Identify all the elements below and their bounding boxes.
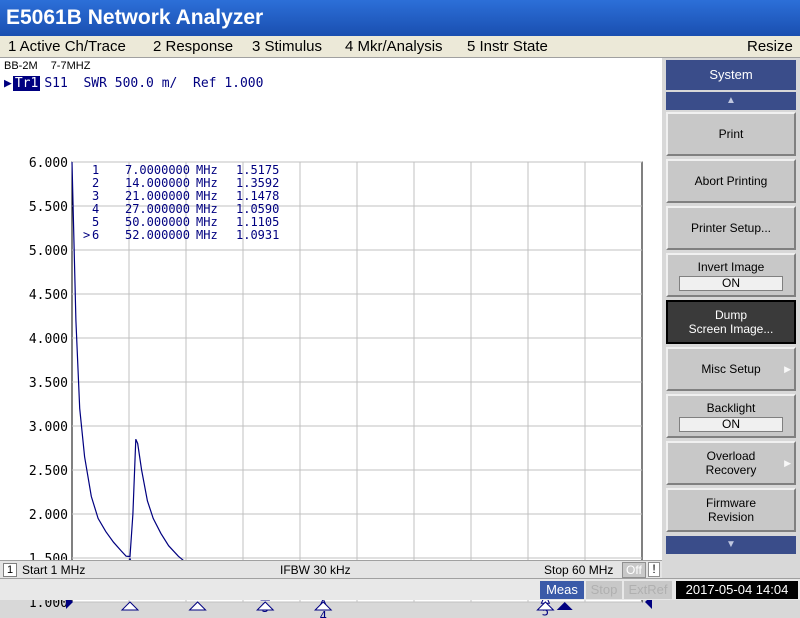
- abort-printing-label: Abort Printing: [694, 174, 768, 188]
- marker-readout-num: 3: [92, 189, 99, 203]
- marker-active-symbol: >: [83, 228, 90, 242]
- channel-title-right: 7-7MHZ: [50, 60, 91, 72]
- dump-screen-image-button[interactable]: Dump Screen Image...: [666, 300, 796, 344]
- menu-mkr-analysis[interactable]: 4 Mkr/Analysis: [345, 36, 443, 58]
- abort-printing-button[interactable]: Abort Printing: [666, 159, 796, 203]
- softkey-menu-title: System: [666, 60, 796, 90]
- invert-image-state: ON: [679, 275, 783, 291]
- swr-plot[interactable]: 6.000 5.500 5.000 4.500 4.000 3.500 3.000 2.500…: [0, 116, 662, 618]
- marker-readout-value: 1.1105: [236, 215, 279, 229]
- marker-readout-freq: 50.000000: [125, 215, 190, 229]
- window-title: E5061B Network Analyzer: [6, 6, 264, 29]
- status-ifbw[interactable]: IFBW 30 kHz: [280, 563, 351, 577]
- trace-header[interactable]: ▶ Tr1 S11 SWR 500.0 m/ Ref 1.000: [4, 76, 263, 91]
- marker-readout-num: 6: [92, 228, 99, 242]
- instrument-status-bar: Meas Stop ExtRef 2017-05-04 14:04: [0, 578, 800, 600]
- marker-readout-freq: 21.000000: [125, 189, 190, 203]
- printer-setup-button[interactable]: Printer Setup...: [666, 206, 796, 250]
- channel-title: BB-2M 7-7MHZ: [4, 60, 100, 72]
- firmware-label-line2: Revision: [707, 510, 755, 524]
- backlight-label: Backlight: [706, 400, 756, 415]
- marker-stimulus-triangle: [188, 601, 207, 611]
- marker-stimulus-triangle: [120, 601, 140, 611]
- marker-readout-value: 1.0931: [236, 228, 279, 242]
- overload-submenu-arrow-icon: ▶: [784, 458, 791, 468]
- dump-label-line2: Screen Image...: [688, 322, 774, 336]
- marker-readout-value: 1.0590: [236, 202, 279, 216]
- marker-readout-unit: MHz: [196, 202, 218, 216]
- status-channel-number[interactable]: 1: [3, 563, 17, 577]
- marker-readout-freq: 14.000000: [125, 176, 190, 190]
- backlight-button[interactable]: Backlight ON: [666, 394, 796, 438]
- y-tick-label: 2.500: [29, 464, 68, 479]
- print-button[interactable]: Print: [666, 112, 796, 156]
- printer-setup-label: Printer Setup...: [690, 221, 772, 235]
- marker-readout-num: 2: [92, 176, 99, 190]
- y-tick-label: 4.000: [29, 332, 68, 347]
- scroll-up-icon[interactable]: ▲: [666, 92, 796, 110]
- marker-stimulus-triangle: [556, 602, 573, 610]
- y-tick-label: 3.500: [29, 376, 68, 391]
- y-tick-label: 6.000: [29, 156, 68, 171]
- marker-readout-num: 5: [92, 215, 99, 229]
- overload-recovery-button[interactable]: Overload Recovery ▶: [666, 441, 796, 485]
- stop-indicator: Stop: [586, 581, 622, 599]
- marker-readout-freq: 7.0000000: [125, 163, 190, 177]
- marker-readout-unit: MHz: [196, 215, 218, 229]
- marker-readout-num: 1: [92, 163, 99, 177]
- marker-readout-value: 1.1478: [236, 189, 279, 203]
- overload-label-line1: Overload: [706, 449, 756, 463]
- marker-readout-freq: 52.000000: [125, 228, 190, 242]
- invert-image-label: Invert Image: [697, 259, 765, 274]
- marker-readout-unit: MHz: [196, 189, 218, 203]
- dump-label-line1: Dump: [714, 308, 747, 322]
- marker-readout-value: 1.3592: [236, 176, 279, 190]
- status-off-indicator: Off: [622, 562, 646, 578]
- misc-setup-button[interactable]: Misc Setup ▶: [666, 347, 796, 391]
- trace-tag[interactable]: Tr1: [12, 76, 41, 91]
- softkey-panel: System ▲ Print Abort Printing Printer Se…: [662, 58, 800, 578]
- misc-submenu-arrow-icon: ▶: [784, 364, 791, 374]
- meas-indicator: Meas: [540, 581, 584, 599]
- scroll-down-icon[interactable]: ▼: [666, 536, 796, 554]
- menu-stimulus[interactable]: 3 Stimulus: [252, 36, 322, 58]
- menu-active-ch-trace[interactable]: 1 Active Ch/Trace: [8, 36, 126, 58]
- menu-response[interactable]: 2 Response: [153, 36, 233, 58]
- menu-bar: 1 Active Ch/Trace 2 Response 3 Stimulus …: [0, 36, 800, 58]
- marker-readout-num: 4: [92, 202, 99, 216]
- channel-window: BB-2M 7-7MHZ ▶ Tr1 S11 SWR 500.0 m/ Ref 1.…: [0, 58, 662, 618]
- menu-instr-state[interactable]: 5 Instr State: [467, 36, 548, 58]
- marker-readout-freq: 27.000000: [125, 202, 190, 216]
- window-title-bar: E5061B Network Analyzer: [0, 0, 800, 36]
- extref-indicator: ExtRef: [624, 581, 672, 599]
- status-stop[interactable]: Stop 60 MHz: [544, 563, 613, 577]
- backlight-state: ON: [679, 416, 783, 432]
- marker-readout-unit: MHz: [196, 176, 218, 190]
- marker-stimulus-triangle: [536, 601, 555, 611]
- marker-stimulus-triangle: [256, 601, 275, 611]
- resize-button[interactable]: Resize: [747, 36, 793, 58]
- overload-label-line2: Recovery: [705, 463, 757, 477]
- y-tick-label: 4.500: [29, 288, 68, 303]
- y-tick-label: 3.000: [29, 420, 68, 435]
- marker-readout-unit: MHz: [196, 163, 218, 177]
- firmware-revision-button[interactable]: Firmware Revision: [666, 488, 796, 532]
- channel-status-bar: 1 Start 1 MHz IFBW 30 kHz Stop 60 MHz Of…: [0, 560, 662, 578]
- invert-image-button[interactable]: Invert Image ON: [666, 253, 796, 297]
- print-label: Print: [718, 127, 744, 141]
- channel-title-left: BB-2M: [4, 60, 38, 72]
- y-tick-label: 2.000: [29, 508, 68, 523]
- status-warning-indicator: !: [648, 562, 660, 577]
- marker-readout-unit: MHz: [196, 228, 218, 242]
- misc-setup-label: Misc Setup: [701, 362, 761, 376]
- firmware-label-line1: Firmware: [706, 496, 756, 510]
- trace-settings: S11 SWR 500.0 m/ Ref 1.000: [44, 76, 264, 91]
- y-tick-label: 5.500: [29, 200, 68, 215]
- datetime-display: 2017-05-04 14:04: [676, 581, 798, 599]
- marker-stimulus-triangle: [313, 601, 333, 611]
- marker-readout-value: 1.5175: [236, 163, 279, 177]
- y-tick-label: 5.000: [29, 244, 68, 259]
- status-start[interactable]: Start 1 MHz: [22, 563, 85, 577]
- active-trace-arrow-icon: ▶: [4, 76, 12, 91]
